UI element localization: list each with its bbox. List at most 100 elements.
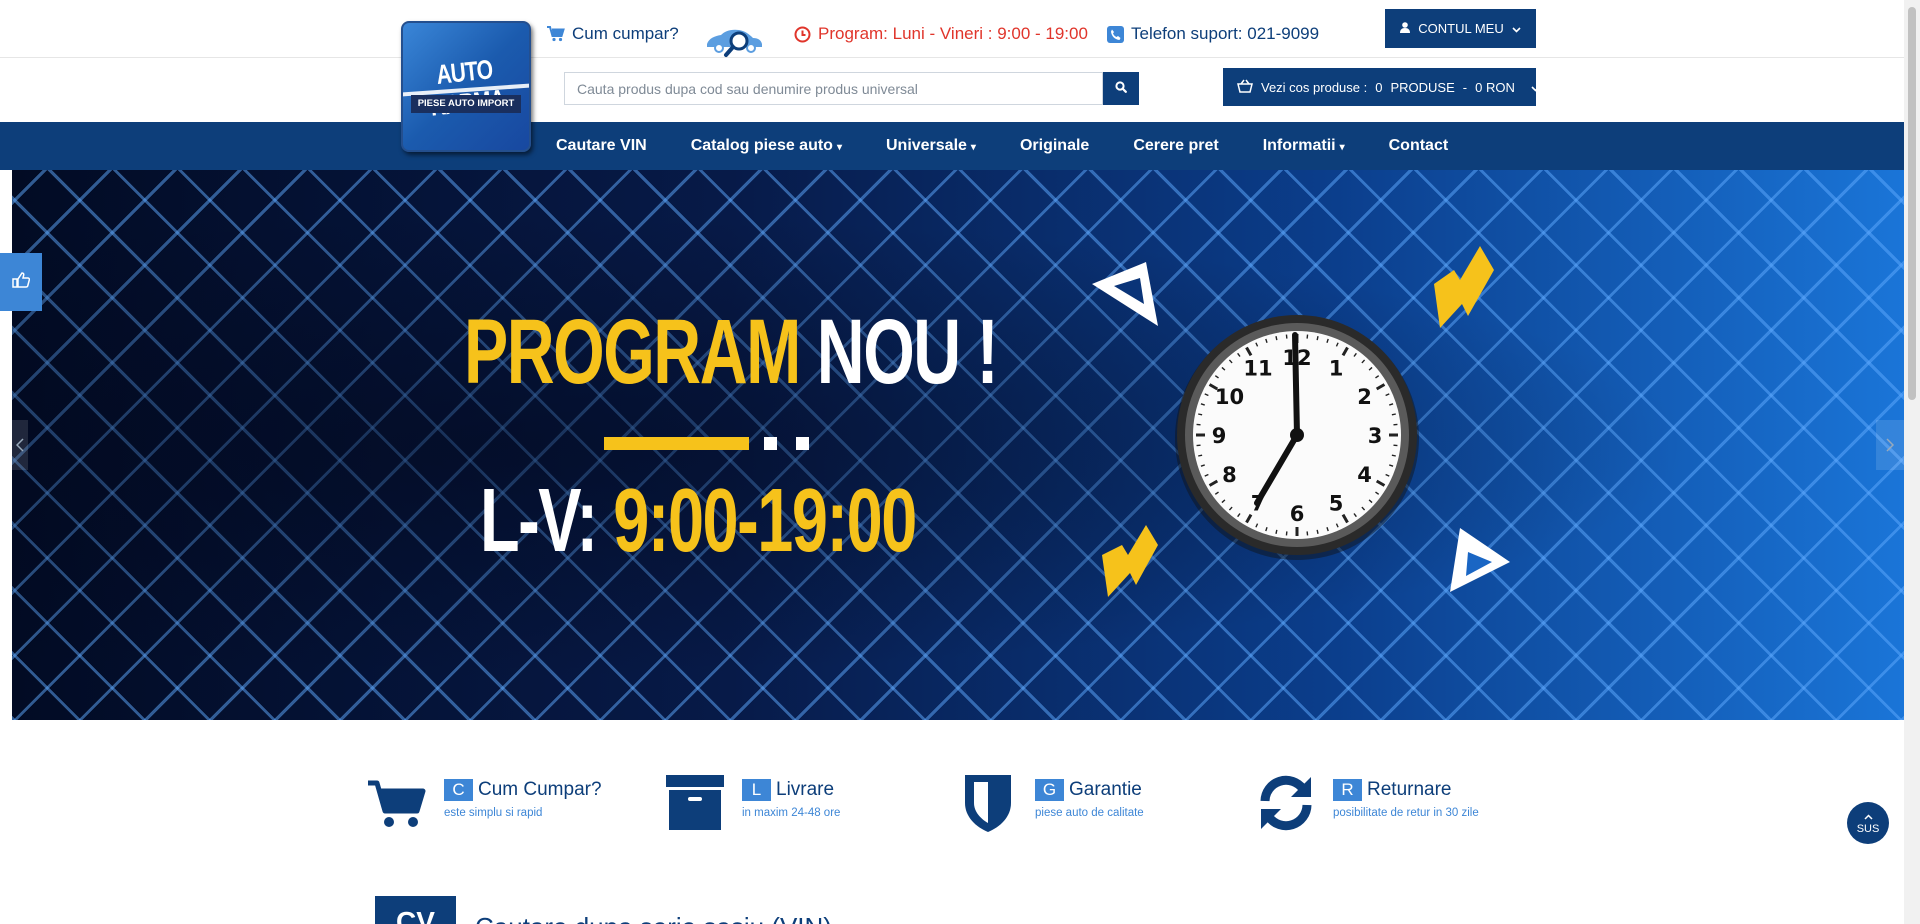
clock-tick (1316, 529, 1319, 534)
feature-delivery[interactable]: L Livrare in maxim 24-48 ore (664, 773, 840, 833)
feature-warranty[interactable]: G Garantie piese auto de calitate (957, 773, 1144, 833)
cart-count: 0 (1375, 79, 1383, 95)
hero-hours-days: L-V: (480, 471, 598, 571)
cart-separator: - (1462, 79, 1468, 95)
hero-headline-program: PROGRAM (464, 301, 801, 403)
hero-hours: L-V: 9:00-19:00 (480, 470, 917, 573)
clock-number: 2 (1357, 385, 1372, 409)
hero-headline-nou: NOU ! (816, 301, 999, 403)
feature-subtitle: posibilitate de retur in 30 zile (1333, 807, 1479, 819)
nav-item-catalog-piese-auto[interactable]: Catalog piese auto ▾ (669, 122, 864, 170)
nav-list: Cautare VIN Catalog piese auto ▾ Universale… (534, 122, 1470, 170)
feedback-tab[interactable] (0, 253, 42, 311)
lightning-decoration-icon (1434, 246, 1494, 328)
carousel-next-button[interactable] (1876, 420, 1904, 470)
feature-returns[interactable]: R Returnare posibilitate de retur in 30 … (1255, 773, 1479, 833)
clock-number: 11 (1243, 356, 1272, 380)
cart-products-word: PRODUSE (1390, 79, 1455, 95)
feature-title: Cum Cumpar? (478, 779, 602, 800)
nav-item-label: Informatii (1262, 137, 1336, 154)
refresh-icon (1260, 775, 1312, 831)
feature-subtitle: in maxim 24-48 ore (742, 807, 841, 819)
nav-item-label: Originale (1019, 137, 1090, 154)
hero-headline: PROGRAM NOU ! (464, 300, 999, 405)
top-bar: Cum cumpar? Program: Luni - Vineri : 9:0… (0, 0, 1904, 58)
hero-divider-dot (764, 437, 777, 450)
clock-tick (1198, 413, 1203, 416)
clock-number: 6 (1290, 502, 1305, 526)
feature-subtitle: este simplu si rapid (444, 807, 543, 819)
scrollbar-thumb[interactable] (1908, 7, 1916, 400)
chevron-down-icon (1531, 80, 1540, 95)
feature-how-to-buy[interactable]: C Cum Cumpar? este simplu si rapid (366, 773, 602, 833)
logo-tagline: PIESE AUTO IMPORT (411, 95, 521, 113)
lightning-decoration-icon (1102, 525, 1158, 597)
hero-banner[interactable]: PROGRAM NOU ! L-V: 9:00-19:00 1212345678… (12, 170, 1904, 720)
clock-tick (1275, 336, 1278, 341)
nav-item-label: Contact (1388, 137, 1449, 154)
clock-number: 5 (1329, 492, 1344, 516)
how-to-buy-label: Cum cumpar? (572, 24, 679, 43)
feature-letter: C (444, 779, 473, 801)
chevron-right-icon (1886, 432, 1895, 458)
nav-item-cerere-pret[interactable]: Cerere pret (1111, 122, 1240, 170)
schedule-info: Program: Luni - Vineri : 9:00 - 19:00 (793, 24, 1088, 44)
chevron-down-icon (1512, 21, 1521, 36)
feature-letter: R (1333, 779, 1362, 801)
clock-icon (793, 25, 811, 43)
phone-icon (1106, 25, 1124, 43)
caret-down-icon: ▾ (1339, 142, 1345, 153)
nav-item-informatii[interactable]: Informatii ▾ (1241, 122, 1367, 170)
cart-icon (547, 25, 565, 43)
basket-icon (1237, 79, 1253, 96)
cart-label: Vezi cos produse : (1261, 79, 1368, 95)
clock-number: 4 (1357, 463, 1372, 487)
search-input[interactable] (564, 72, 1103, 105)
triangle-decoration-icon (1092, 262, 1158, 326)
account-label: CONTUL MEU (1418, 21, 1504, 36)
car-search-icon[interactable] (705, 24, 765, 60)
clock-illustration: 121234567891011 (1175, 315, 1419, 560)
section-badge: CV (375, 896, 456, 924)
account-button[interactable]: CONTUL MEU (1385, 9, 1536, 48)
box-icon (666, 775, 724, 830)
nav-item-contact[interactable]: Contact (1367, 122, 1471, 170)
carousel-prev-button[interactable] (12, 420, 28, 470)
chevron-left-icon (15, 432, 24, 458)
section-title: Cautare dupa serie sasiu (VIN) (475, 910, 832, 924)
page-scrollbar[interactable] (1904, 0, 1920, 924)
schedule-text: Program: Luni - Vineri : 9:00 - 19:00 (818, 24, 1088, 43)
shield-icon (965, 775, 1011, 832)
triangle-decoration-icon (1450, 528, 1510, 592)
nav-item-cautare-vin[interactable]: Cautare VIN (534, 122, 669, 170)
clock-tick (1316, 336, 1319, 341)
nav-item-originale[interactable]: Originale (998, 122, 1111, 170)
user-icon (1400, 21, 1411, 36)
clock-number: 9 (1212, 424, 1227, 448)
back-to-top-label: SUS (1856, 823, 1880, 835)
hero-divider-bar (604, 437, 749, 450)
cart-icon (368, 780, 426, 827)
search-button[interactable] (1103, 72, 1139, 105)
phone-info: Telefon suport: 021-9099 (1106, 24, 1319, 44)
feature-subtitle: piese auto de calitate (1035, 807, 1144, 819)
back-to-top-button[interactable]: SUS (1847, 802, 1889, 844)
clock-tick (1391, 454, 1396, 457)
clock-tick (1391, 413, 1396, 416)
cart-total: 0 RON (1475, 79, 1515, 95)
clock-number: 3 (1368, 424, 1383, 448)
feature-title: Returnare (1367, 779, 1452, 800)
nav-item-label: Universale (885, 137, 967, 154)
nav-item-label: Cerere pret (1133, 137, 1219, 154)
nav-item-label: Catalog piese auto (690, 137, 833, 154)
clock-tick (1198, 454, 1203, 457)
main-nav: Cautare VIN Catalog piese auto ▾ Universale… (0, 122, 1904, 170)
clock-number: 10 (1215, 385, 1244, 409)
hero-hours-time: 9:00-19:00 (613, 471, 917, 571)
nav-item-universale[interactable]: Universale ▾ (864, 122, 998, 170)
cart-button[interactable]: Vezi cos produse : 0 PRODUSE - 0 RON (1223, 68, 1540, 106)
feature-title: Livrare (776, 779, 835, 800)
site-logo[interactable]: AUTO KARMA PIESE AUTO IMPORT (401, 21, 531, 152)
feature-title: Garantie (1069, 779, 1142, 800)
how-to-buy-link[interactable]: Cum cumpar? (547, 24, 679, 44)
